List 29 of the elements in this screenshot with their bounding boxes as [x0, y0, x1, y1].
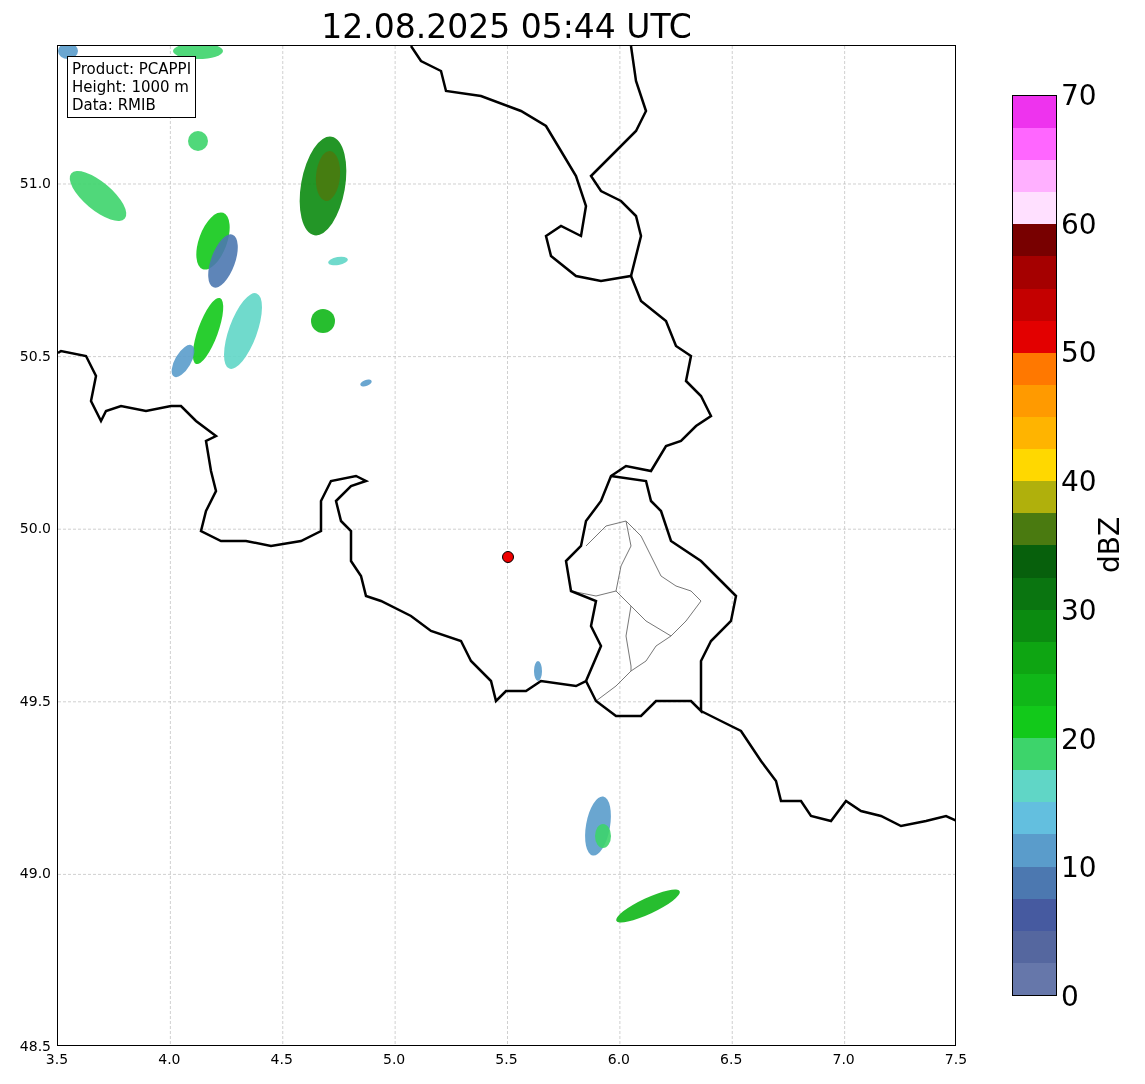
- chart-title: 12.08.2025 05:44 UTC: [320, 6, 693, 45]
- y-tick-label: 49.0: [19, 865, 51, 882]
- x-tick-label: 7.5: [944, 1051, 968, 1067]
- y-tick-label: 48.5: [19, 1038, 51, 1054]
- info-text: Product: PCAPPI: [72, 60, 192, 78]
- colorbar-tick-label: 40: [1061, 464, 1097, 498]
- x-tick-label: 4.5: [270, 1051, 293, 1067]
- radar-site-marker: [502, 551, 514, 563]
- x-tick-label: 5.5: [495, 1051, 518, 1067]
- y-tick-label: 51.0: [19, 175, 51, 191]
- x-tick-label: 5.0: [383, 1051, 406, 1067]
- colorbar-tick-label: 50: [1061, 335, 1097, 369]
- y-tick-label: 49.5: [19, 692, 51, 709]
- colorbar-tick-label: 10: [1061, 850, 1097, 884]
- y-tick-label: 50.5: [19, 347, 51, 364]
- colorbar-label: dBZ: [1092, 516, 1126, 574]
- colorbar-tick-label: 70: [1061, 78, 1097, 112]
- x-tick-label: 7.0: [832, 1051, 855, 1067]
- colorbar-tick-label: 20: [1061, 722, 1097, 756]
- x-tick-label: 6.5: [720, 1051, 743, 1067]
- colorbar-tick-label: 30: [1061, 593, 1097, 627]
- info-text: Height: 1000 m: [72, 78, 190, 96]
- y-tick-label: 50.0: [19, 520, 51, 537]
- info-text: Data: RMIB: [72, 96, 157, 114]
- colorbar-tick-label: 60: [1061, 207, 1097, 241]
- x-tick-label: 4.0: [158, 1051, 181, 1067]
- x-tick-label: 6.0: [607, 1051, 630, 1067]
- colorbar-tick-label: 0: [1061, 979, 1079, 1013]
- x-tick-label: 3.5: [45, 1051, 69, 1067]
